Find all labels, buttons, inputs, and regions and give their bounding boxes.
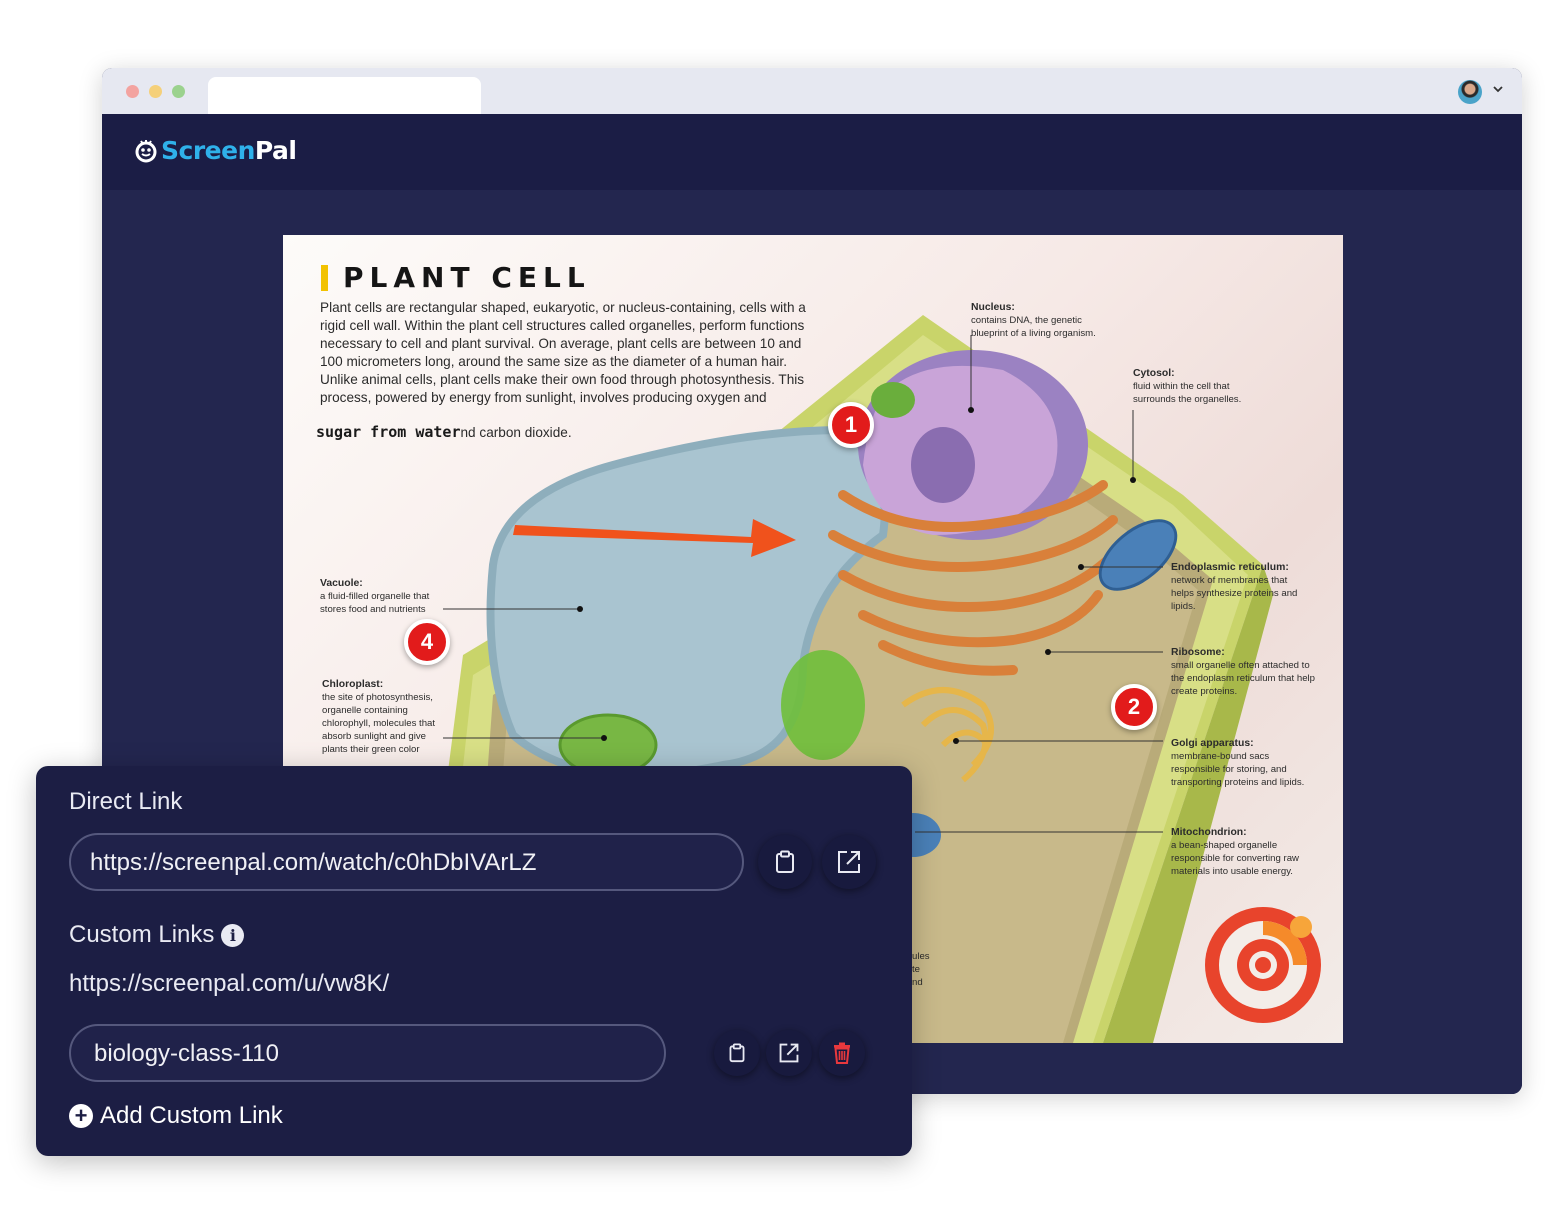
label-ribosome: Ribosome: small organelle often attached …	[1171, 647, 1315, 697]
window-close-dot[interactable]	[126, 85, 139, 98]
annotation-marker-2[interactable]: 2	[1111, 684, 1157, 730]
share-links-panel: Direct Link https://screenpal.com/watch/…	[36, 766, 912, 1156]
poster-title: PLANT CELL	[321, 261, 591, 294]
app-header: ScreenPal	[102, 114, 1522, 190]
browser-tab[interactable]	[208, 77, 481, 114]
description-tail: nd carbon dioxide.	[460, 425, 572, 440]
custom-link-slug-field[interactable]: biology-class-110	[69, 1024, 666, 1082]
logo-icon	[134, 139, 158, 163]
logo-text-part2: Pal	[254, 136, 297, 165]
poster-description-end: sugar from waternd carbon dioxide.	[316, 423, 572, 441]
label-chloroplast: Chloroplast: the site of photosynthesis, …	[322, 679, 436, 755]
window-minimize-dot[interactable]	[149, 85, 162, 98]
label-partial: ules te nd	[912, 951, 930, 988]
window-maximize-dot[interactable]	[172, 85, 185, 98]
info-icon[interactable]: i	[221, 923, 245, 947]
trash-icon	[834, 1042, 850, 1064]
custom-links-base-url: https://screenpal.com/u/vw8K/	[69, 970, 390, 997]
external-link-icon	[838, 851, 860, 873]
label-cytosol: Cytosol: fluid within the cell that surro…	[1133, 368, 1242, 405]
direct-link-url: https://screenpal.com/watch/c0hDbIVArLZ	[90, 849, 537, 876]
direct-link-label: Direct Link	[69, 788, 183, 815]
custom-links-label: Custom Links i	[69, 921, 245, 949]
open-custom-link-button[interactable]	[766, 1030, 812, 1076]
add-custom-link-button[interactable]: + Add Custom Link	[69, 1102, 283, 1130]
label-golgi-apparatus: Golgi apparatus: membrane-bound sacs resp…	[1171, 738, 1305, 788]
annotation-marker-1[interactable]: 1	[828, 402, 874, 448]
description-overlay-text: sugar from water	[316, 423, 461, 441]
annotation-marker-4[interactable]: 4	[404, 619, 450, 665]
poster-description: Plant cells are rectangular shaped, euka…	[320, 300, 806, 405]
label-endoplasmic-reticulum: Endoplasmic reticulum: network of membran…	[1171, 562, 1298, 612]
label-nucleus: Nucleus: contains DNA, the genetic bluepr…	[971, 302, 1096, 339]
delete-custom-link-button[interactable]	[819, 1030, 865, 1076]
label-mitochondrion: Mitochondrion: a bean-shaped organelle re…	[1171, 827, 1299, 877]
screenpal-logo[interactable]: ScreenPal	[134, 136, 297, 165]
direct-link-field[interactable]: https://screenpal.com/watch/c0hDbIVArLZ	[69, 833, 744, 891]
open-direct-link-button[interactable]	[822, 835, 876, 889]
copy-direct-link-button[interactable]	[758, 835, 812, 889]
custom-link-slug: biology-class-110	[94, 1040, 279, 1067]
copy-custom-link-button[interactable]	[714, 1030, 760, 1076]
label-vacuole: Vacuole: a fluid-filled organelle that st…	[320, 578, 430, 615]
chevron-down-icon[interactable]	[1492, 82, 1504, 98]
browser-chrome-bar	[102, 68, 1522, 114]
clipboard-icon	[776, 850, 794, 873]
plus-circle-icon: +	[69, 1104, 93, 1128]
stage: ScreenPal PLANT CELL Plant cells are rec…	[0, 0, 1558, 1226]
screenpal-watermark-icon	[1205, 907, 1321, 1023]
clipboard-icon	[729, 1043, 745, 1063]
external-link-icon	[779, 1043, 799, 1063]
logo-text-part1: Screen	[161, 136, 255, 165]
avatar[interactable]	[1458, 80, 1482, 104]
